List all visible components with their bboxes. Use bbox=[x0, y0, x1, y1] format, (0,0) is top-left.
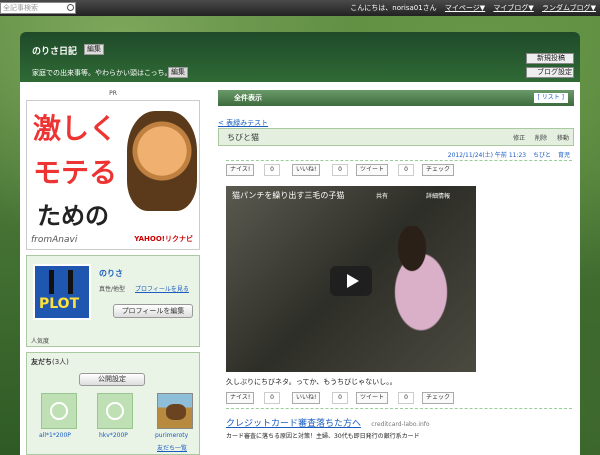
list-button[interactable]: [ リスト ] bbox=[533, 93, 568, 103]
nice-button[interactable]: ナイス! bbox=[226, 392, 255, 404]
show-all-bar: 全件表示 [ リスト ] bbox=[218, 90, 574, 106]
my-page-link[interactable]: マイページ▼ bbox=[445, 4, 485, 12]
like-count: 0 bbox=[332, 392, 348, 404]
friends-box: 友だち(3人) 公開設定 all*1*200P hkv*200P purimer… bbox=[26, 352, 200, 455]
edit-profile-button[interactable]: プロフィールを編集 bbox=[113, 304, 193, 318]
video-share[interactable]: 共有 bbox=[376, 191, 388, 200]
friend-avatar-2[interactable] bbox=[97, 393, 133, 429]
tweet-button[interactable]: ツイート bbox=[356, 392, 389, 404]
show-all-label[interactable]: 全件表示 bbox=[234, 94, 262, 102]
friends-title: 友だち(3人) bbox=[31, 357, 69, 367]
pr-label: PR bbox=[109, 90, 117, 97]
check-button[interactable]: チェック bbox=[422, 164, 455, 176]
search-icon[interactable] bbox=[67, 4, 74, 11]
new-post-button[interactable]: 新規投稿 bbox=[526, 53, 574, 64]
blog-header: のりさ日記 編集 家庭での出来事等。やわらかい頭はこっち。 編集 新規投稿 ブロ… bbox=[20, 32, 580, 82]
main-panel: PR 激しく モテる ための fromAnavi YAHOO!リクナビ PLOT… bbox=[20, 82, 580, 455]
default-face-icon bbox=[106, 402, 124, 420]
like-button[interactable]: いいね! bbox=[292, 392, 321, 404]
profile-meta: 真性/他型 bbox=[99, 286, 126, 293]
delete-entry-link[interactable]: 削除 bbox=[535, 135, 547, 142]
play-icon[interactable] bbox=[330, 266, 372, 296]
tweet-count: 0 bbox=[398, 392, 414, 404]
ad-text-line2: モテる bbox=[33, 156, 118, 189]
top-links: こんにちは、norisa01さん マイページ▼ マイブログ▼ ランダムブログ▼ bbox=[344, 3, 596, 13]
description-edit-button[interactable]: 編集 bbox=[168, 67, 188, 78]
entry-date[interactable]: 2012/11/24(土) 午前 11:23 bbox=[448, 152, 526, 159]
content-area: 全件表示 [ リスト ] < 表緑みテスト ちびと猫 修正 削除 移動 2012… bbox=[218, 90, 574, 455]
entry-meta: 2012/11/24(土) 午前 11:23 ちびと 育児 bbox=[448, 150, 570, 159]
category-link-2[interactable]: 育児 bbox=[558, 152, 570, 159]
profile-box: PLOT のりさ 真性/他型 プロフィールを見る プロフィールを編集 人気度 bbox=[26, 255, 200, 347]
nice-count: 0 bbox=[264, 392, 280, 404]
text-ad-domain: creditcard-labo.info bbox=[371, 421, 430, 428]
like-count: 0 bbox=[332, 164, 348, 176]
like-button[interactable]: いいね! bbox=[292, 164, 321, 176]
back-link[interactable]: < 表緑みテスト bbox=[218, 118, 268, 128]
friend-name-2[interactable]: hkv*200P bbox=[99, 432, 128, 439]
ad-text-line3: ための bbox=[37, 201, 109, 230]
blog-settings-button[interactable]: ブログ設定 bbox=[526, 67, 574, 78]
category-link-1[interactable]: ちびと bbox=[533, 152, 551, 159]
text-ad-description: カード審査に落ちる原因と対策！主婦、30代も即日発行の銀行系カード bbox=[226, 433, 420, 440]
search-input[interactable]: 全記事検索 bbox=[0, 2, 76, 14]
check-button[interactable]: チェック bbox=[422, 392, 455, 404]
entry-caption: 久しぶりにちびネタ。ってか、もうちびじゃないし。。 bbox=[226, 378, 397, 386]
top-bar: 全記事検索 こんにちは、norisa01さん マイページ▼ マイブログ▼ ランダ… bbox=[0, 0, 600, 16]
video-player[interactable]: 猫パンチを繰り出す三毛の子猫 共有 詳細情報 bbox=[226, 186, 476, 372]
tweet-button[interactable]: ツイート bbox=[356, 164, 389, 176]
greeting-text: こんにちは、norisa01さん bbox=[350, 4, 437, 12]
random-blog-link[interactable]: ランダムブログ▼ bbox=[542, 4, 596, 12]
sidebar: PR 激しく モテる ための fromAnavi YAHOO!リクナビ PLOT… bbox=[26, 90, 216, 455]
friends-title-text: 友だち bbox=[31, 358, 52, 366]
public-setting-button[interactable]: 公開設定 bbox=[79, 373, 145, 386]
video-info[interactable]: 詳細情報 bbox=[426, 191, 450, 200]
profile-nickname[interactable]: のりさ bbox=[99, 268, 123, 279]
separator bbox=[226, 408, 572, 409]
video-title[interactable]: 猫パンチを繰り出す三毛の子猫 bbox=[232, 190, 344, 201]
entry-tools: 修正 削除 移動 bbox=[513, 133, 569, 142]
blog-title[interactable]: のりさ日記 bbox=[32, 44, 77, 57]
friends-list-link[interactable]: 友だち一覧 bbox=[157, 443, 187, 452]
my-blog-link[interactable]: マイブログ▼ bbox=[493, 4, 533, 12]
social-buttons-bottom: ナイス! 0 いいね! 0 ツイート 0 チェック bbox=[226, 392, 572, 404]
social-buttons-top: ナイス! 0 いいね! 0 ツイート 0 チェック bbox=[226, 164, 572, 176]
entry-title[interactable]: ちびと猫 bbox=[227, 132, 259, 143]
video-thumbnail bbox=[376, 226, 466, 336]
friend-avatar-1[interactable] bbox=[41, 393, 77, 429]
text-ad-title[interactable]: クレジットカード審査落ちた方へ bbox=[226, 419, 361, 429]
friend-avatar-3[interactable] bbox=[157, 393, 193, 429]
sidebar-ad-banner[interactable]: 激しく モテる ための fromAnavi YAHOO!リクナビ bbox=[26, 100, 200, 250]
ad-character-image bbox=[127, 111, 197, 211]
friends-count: (3人) bbox=[52, 358, 69, 366]
ad-sponsor: YAHOO!リクナビ bbox=[134, 235, 193, 243]
friend-name-1[interactable]: all*1*200P bbox=[39, 432, 71, 439]
edit-entry-link[interactable]: 修正 bbox=[513, 135, 525, 142]
plot-logo-icon bbox=[49, 270, 73, 294]
nice-button[interactable]: ナイス! bbox=[226, 164, 255, 176]
text-ad[interactable]: クレジットカード審査落ちた方へ creditcard-labo.info カード… bbox=[226, 416, 430, 440]
blog-description: 家庭での出来事等。やわらかい頭はこっち。 bbox=[32, 69, 172, 77]
separator bbox=[226, 160, 572, 161]
popularity-label: 人気度 bbox=[31, 338, 50, 345]
dog-image bbox=[166, 404, 186, 420]
plot-logo-text: PLOT bbox=[39, 296, 80, 312]
entry-header: ちびと猫 修正 削除 移動 bbox=[218, 128, 574, 146]
default-face-icon bbox=[50, 402, 68, 420]
tweet-count: 0 bbox=[398, 164, 414, 176]
avatar[interactable]: PLOT bbox=[33, 264, 91, 320]
ad-brand: fromAnavi bbox=[31, 235, 78, 245]
title-edit-button[interactable]: 編集 bbox=[84, 44, 104, 55]
move-entry-link[interactable]: 移動 bbox=[557, 135, 569, 142]
friend-name-3[interactable]: purimeroty bbox=[155, 432, 188, 439]
view-profile-link[interactable]: プロフィールを見る bbox=[135, 284, 189, 293]
nice-count: 0 bbox=[264, 164, 280, 176]
ad-text-line1: 激しく bbox=[33, 112, 118, 145]
